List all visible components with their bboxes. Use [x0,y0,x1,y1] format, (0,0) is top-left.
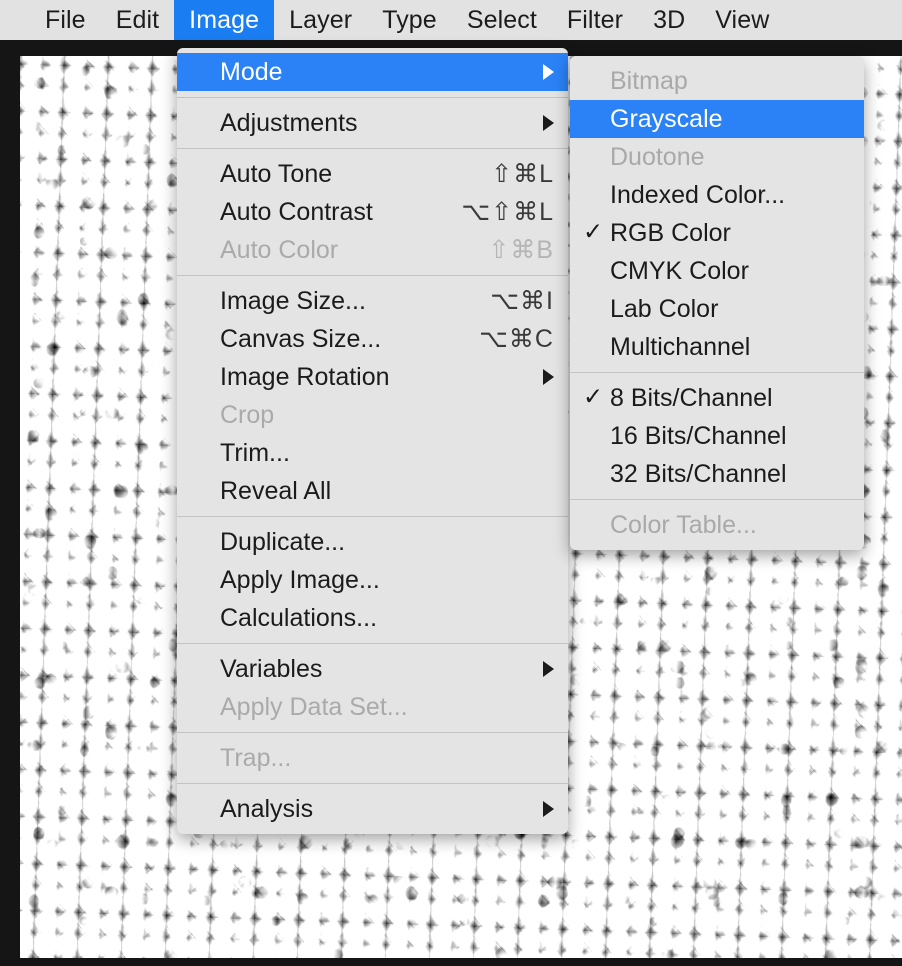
menu-item-label: Canvas Size... [220,324,382,353]
image-menu-item-calculations[interactable]: Calculations... [177,599,568,637]
menu-item-label: Image Size... [220,286,366,315]
menubar-item-type[interactable]: Type [367,0,452,40]
submenu-item-label: 16 Bits/Channel [610,421,787,450]
menu-item-label: Adjustments [220,108,358,137]
mode-submenu-item-bitmap: Bitmap [570,62,864,100]
image-menu-item-canvas-size[interactable]: Canvas Size... ⌥⌘C [177,320,568,358]
menu-item-label: Apply Data Set... [220,692,408,721]
image-menu-item-apply-image[interactable]: Apply Image... [177,561,568,599]
menu-item-label: Analysis [220,794,314,823]
submenu-arrow-icon [543,801,554,817]
menu-item-label: Variables [220,654,323,683]
image-menu-item-auto-color: Auto Color ⇧⌘B [177,231,568,269]
submenu-arrow-icon [543,115,554,131]
image-menu-item-image-size[interactable]: Image Size... ⌥⌘I [177,282,568,320]
mode-submenu-item-32-bits-channel[interactable]: 32 Bits/Channel [570,455,864,493]
submenu-item-label: Grayscale [610,104,723,133]
menubar-item-image[interactable]: Image [174,0,275,40]
menu-item-shortcut: ⌥⌘C [479,325,554,353]
menu-separator [177,643,568,644]
menubar-item-view[interactable]: View [700,0,784,40]
image-menu-item-auto-contrast[interactable]: Auto Contrast ⌥⇧⌘L [177,193,568,231]
menu-item-shortcut: ⇧⌘L [491,160,554,188]
mode-submenu-item-indexed-color[interactable]: Indexed Color... [570,176,864,214]
submenu-item-label: Bitmap [610,66,688,95]
submenu-item-label: CMYK Color [610,256,749,285]
menubar-item-file[interactable]: File [30,0,101,40]
menubar-item-layer[interactable]: Layer [274,0,367,40]
image-menu-item-trim[interactable]: Trim... [177,434,568,472]
image-menu-item-crop: Crop [177,396,568,434]
menu-item-label: Auto Contrast [220,197,373,226]
submenu-arrow-icon [543,661,554,677]
menubar-item-select[interactable]: Select [452,0,552,40]
image-menu-item-duplicate[interactable]: Duplicate... [177,523,568,561]
submenu-item-label: Multichannel [610,332,751,361]
image-menu-item-auto-tone[interactable]: Auto Tone ⇧⌘L [177,155,568,193]
mode-submenu-item-color-table: Color Table... [570,506,864,544]
submenu-item-label: Duotone [610,142,705,171]
submenu-arrow-icon [543,369,554,385]
menu-item-label: Trap... [220,743,292,772]
image-menu-item-trap: Trap... [177,739,568,777]
submenu-item-label: Color Table... [610,510,757,539]
checkmark-icon: ✓ [583,383,604,411]
mode-submenu-dropdown: Bitmap Grayscale Duotone Indexed Color... ✓ R… [570,56,864,550]
menu-item-shortcut: ⌥⌘I [490,287,554,315]
image-menu-dropdown: Mode Adjustments Auto Tone ⇧⌘L Auto Contrast… [177,48,568,834]
submenu-item-label: Lab Color [610,294,719,323]
submenu-item-label: 8 Bits/Channel [610,383,773,412]
menubar-item-filter[interactable]: Filter [552,0,638,40]
mode-submenu-item-rgb-color[interactable]: ✓ RGB Color [570,214,864,252]
submenu-arrow-icon [543,64,554,80]
submenu-separator [570,499,864,500]
submenu-item-label: 32 Bits/Channel [610,459,787,488]
menu-item-label: Mode [220,57,283,86]
image-menu-item-mode[interactable]: Mode [177,53,568,91]
menu-separator [177,275,568,276]
menu-item-label: Crop [220,400,275,429]
menu-separator [177,783,568,784]
mode-submenu-item-multichannel[interactable]: Multichannel [570,328,864,366]
menu-item-label: Duplicate... [220,527,346,556]
menu-item-shortcut: ⇧⌘B [488,236,554,264]
mode-submenu-item-duotone: Duotone [570,138,864,176]
menu-item-label: Apply Image... [220,565,380,594]
menu-separator [177,732,568,733]
menubar-item-edit[interactable]: Edit [101,0,174,40]
application-menu-bar: File Edit Image Layer Type Select Filter 3D View [0,0,902,40]
submenu-item-label: RGB Color [610,218,731,247]
menu-item-shortcut: ⌥⇧⌘L [461,198,554,226]
submenu-item-label: Indexed Color... [610,180,786,209]
menu-item-label: Trim... [220,438,290,467]
menubar-item-3d[interactable]: 3D [638,0,700,40]
image-menu-item-apply-data-set: Apply Data Set... [177,688,568,726]
image-menu-item-image-rotation[interactable]: Image Rotation [177,358,568,396]
menu-separator [177,148,568,149]
mode-submenu-item-8-bits-channel[interactable]: ✓ 8 Bits/Channel [570,379,864,417]
menu-separator [177,516,568,517]
submenu-separator [570,372,864,373]
image-menu-item-adjustments[interactable]: Adjustments [177,104,568,142]
image-menu-item-variables[interactable]: Variables [177,650,568,688]
menu-item-label: Image Rotation [220,362,390,391]
checkmark-icon: ✓ [583,218,604,246]
image-menu-item-reveal-all[interactable]: Reveal All [177,472,568,510]
menu-item-label: Auto Color [220,235,339,264]
menu-item-label: Reveal All [220,476,332,505]
mode-submenu-item-cmyk-color[interactable]: CMYK Color [570,252,864,290]
mode-submenu-item-grayscale[interactable]: Grayscale [570,100,864,138]
menu-item-label: Calculations... [220,603,378,632]
mode-submenu-item-lab-color[interactable]: Lab Color [570,290,864,328]
menu-item-label: Auto Tone [220,159,333,188]
menu-separator [177,97,568,98]
image-menu-item-analysis[interactable]: Analysis [177,790,568,828]
mode-submenu-item-16-bits-channel[interactable]: 16 Bits/Channel [570,417,864,455]
